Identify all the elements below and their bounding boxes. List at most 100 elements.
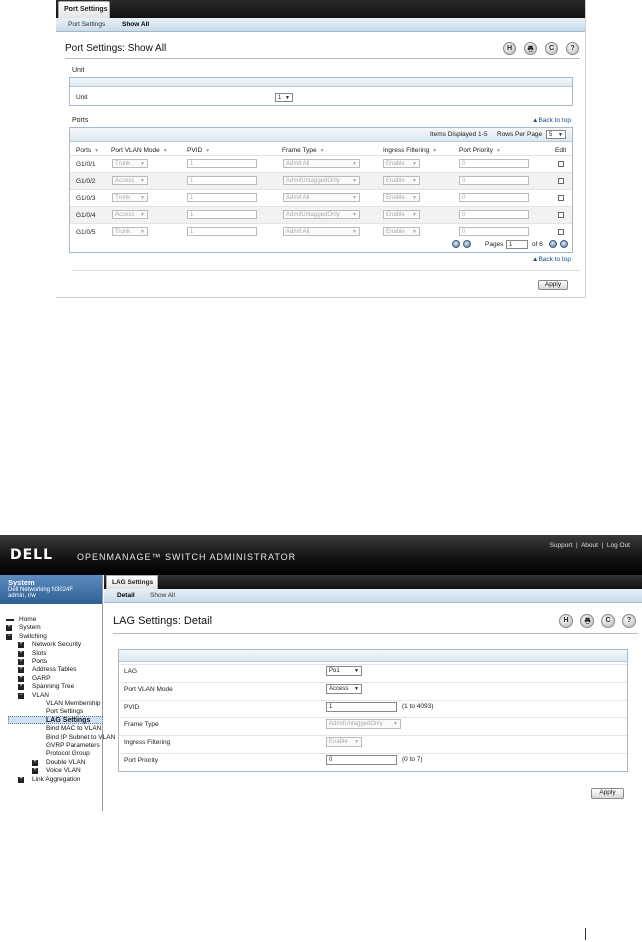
back-to-top-link-2[interactable]: ▲Back to top (532, 256, 571, 263)
port-vlan-mode-select[interactable]: Trunk ▼ (112, 159, 148, 168)
subtab-show-all-2[interactable]: Show All (150, 592, 175, 599)
last-page-icon[interactable]: » (560, 240, 568, 248)
nav-item[interactable]: Network Security (32, 641, 81, 648)
field-select[interactable]: AdmitUntaggedOnly ▼ (326, 719, 401, 730)
expand-icon[interactable]: + (18, 658, 24, 665)
print-icon[interactable] (524, 42, 537, 55)
nav-item[interactable]: Port Settings (46, 708, 83, 715)
nav-item[interactable]: GVRP Parameters (46, 742, 100, 749)
field-input[interactable]: 1 (326, 701, 397, 712)
col-ports[interactable]: Ports ▼ (76, 147, 99, 154)
col-port-vlan-mode[interactable]: Port VLAN Mode ▼ (111, 147, 168, 154)
field-select[interactable]: Po1 ▼ (326, 666, 362, 676)
port-priority-input[interactable]: 0 (459, 159, 529, 168)
pvid-input[interactable]: 1 (187, 227, 257, 236)
port-priority-input[interactable]: 0 (459, 193, 529, 202)
collapse-icon[interactable]: − (6, 633, 12, 640)
rows-per-page-select[interactable]: 5 ▼ (546, 130, 566, 139)
pvid-input[interactable]: 1 (187, 176, 257, 185)
field-input[interactable]: 0 (326, 755, 397, 765)
expand-icon[interactable]: + (18, 683, 24, 691)
nav-item[interactable]: Home (19, 616, 36, 623)
subtab-show-all[interactable]: Show All (122, 21, 149, 28)
frame-type-select[interactable]: Admit All ▼ (283, 193, 360, 202)
nav-item[interactable]: VLAN Membership (46, 700, 101, 707)
help-icon[interactable]: ? (566, 42, 579, 55)
about-link[interactable]: About (581, 542, 598, 549)
support-link[interactable]: Support (550, 542, 573, 549)
refresh-icon[interactable]: C (601, 614, 615, 628)
expand-icon[interactable]: + (18, 641, 24, 649)
nav-item[interactable]: Link Aggregation (32, 776, 80, 783)
save-icon[interactable]: H (559, 614, 573, 628)
nav-item[interactable]: Switching (19, 633, 47, 640)
nav-item[interactable]: Ports (32, 658, 47, 665)
nav-item[interactable]: System (19, 624, 41, 631)
nav-item[interactable]: Address Tables (32, 666, 76, 673)
frame-type-select[interactable]: AdmitUntaggedOnly ▼ (283, 176, 360, 185)
apply-button-2[interactable]: Apply (591, 788, 624, 799)
ingress-filtering-select[interactable]: Enable ▼ (383, 227, 420, 236)
port-vlan-mode-select[interactable]: Trunk ▼ (112, 193, 148, 202)
next-page-icon[interactable]: › (549, 240, 557, 248)
tab-port-settings[interactable]: Port Settings (58, 1, 110, 18)
expand-icon[interactable]: + (18, 675, 24, 682)
frame-type-select[interactable]: Admit All ▼ (283, 159, 360, 168)
expand-icon[interactable]: + (32, 759, 38, 766)
ingress-filtering-select[interactable]: Enable ▼ (383, 210, 420, 219)
ingress-filtering-select[interactable]: Enable ▼ (383, 176, 420, 185)
back-to-top-link-1[interactable]: ▲Back to top (532, 117, 571, 124)
apply-button[interactable]: Apply (538, 280, 568, 290)
edit-checkbox[interactable] (558, 212, 564, 218)
expand-icon[interactable]: + (18, 776, 24, 783)
system-title[interactable]: System (8, 578, 102, 587)
field-select[interactable]: Access ▼ (326, 683, 362, 694)
expand-icon[interactable]: + (32, 767, 38, 775)
expand-icon[interactable]: + (6, 624, 12, 632)
nav-item[interactable]: Voice VLAN (46, 767, 81, 774)
frame-type-select[interactable]: AdmitUntaggedOnly ▼ (283, 210, 360, 219)
pvid-input[interactable]: 1 (187, 193, 257, 202)
nav-item[interactable]: Slots (32, 650, 46, 657)
col-frame-type[interactable]: Frame Type ▼ (282, 147, 325, 154)
pvid-input[interactable]: 1 (187, 210, 257, 219)
col-ingress-filtering[interactable]: Ingress Filtering ▼ (383, 147, 437, 154)
col-pvid[interactable]: PVID ▼ (187, 147, 210, 154)
print-icon[interactable] (580, 614, 594, 628)
collapse-icon[interactable]: − (18, 692, 24, 699)
expand-icon[interactable]: + (18, 650, 24, 657)
prev-page-icon[interactable]: ‹ (463, 240, 471, 248)
save-icon[interactable]: H (503, 42, 516, 55)
refresh-icon[interactable]: C (545, 42, 558, 55)
nav-item[interactable]: Protocol Group (46, 750, 90, 757)
page-number-input[interactable]: 1 (506, 240, 528, 249)
nav-item[interactable]: Double VLAN (46, 759, 85, 766)
pvid-input[interactable]: 1 (187, 159, 257, 168)
first-page-icon[interactable]: « (452, 240, 460, 248)
port-priority-input[interactable]: 0 (459, 210, 529, 219)
port-vlan-mode-select[interactable]: Access ▼ (112, 210, 148, 219)
port-vlan-mode-select[interactable]: Access ▼ (112, 176, 148, 185)
field-select[interactable]: Enable ▼ (326, 737, 362, 748)
col-port-priority[interactable]: Port Priority ▼ (459, 147, 501, 154)
subtab-detail[interactable]: Detail (117, 592, 135, 599)
expand-icon[interactable]: + (18, 666, 24, 674)
edit-checkbox[interactable] (558, 229, 564, 235)
logout-link[interactable]: Log Out (607, 542, 630, 549)
frame-type-select[interactable]: Admit All ▼ (283, 227, 360, 236)
edit-checkbox[interactable] (558, 161, 564, 167)
nav-item[interactable]: Bind MAC to VLAN (46, 725, 101, 732)
ingress-filtering-select[interactable]: Enable ▼ (383, 159, 420, 168)
help-icon[interactable]: ? (622, 614, 636, 628)
port-vlan-mode-select[interactable]: Trunk ▼ (112, 227, 148, 236)
nav-item[interactable]: Spanning Tree (32, 683, 74, 690)
nav-item[interactable]: VLAN (32, 692, 49, 699)
unit-select[interactable]: 1 ▼ (275, 93, 293, 102)
port-priority-input[interactable]: 0 (459, 176, 529, 185)
nav-item[interactable]: GARP (32, 675, 50, 682)
ingress-filtering-select[interactable]: Enable ▼ (383, 193, 420, 202)
edit-checkbox[interactable] (558, 195, 564, 201)
edit-checkbox[interactable] (558, 178, 564, 184)
nav-item[interactable]: LAG Settings (46, 717, 90, 724)
port-priority-input[interactable]: 0 (459, 227, 529, 236)
